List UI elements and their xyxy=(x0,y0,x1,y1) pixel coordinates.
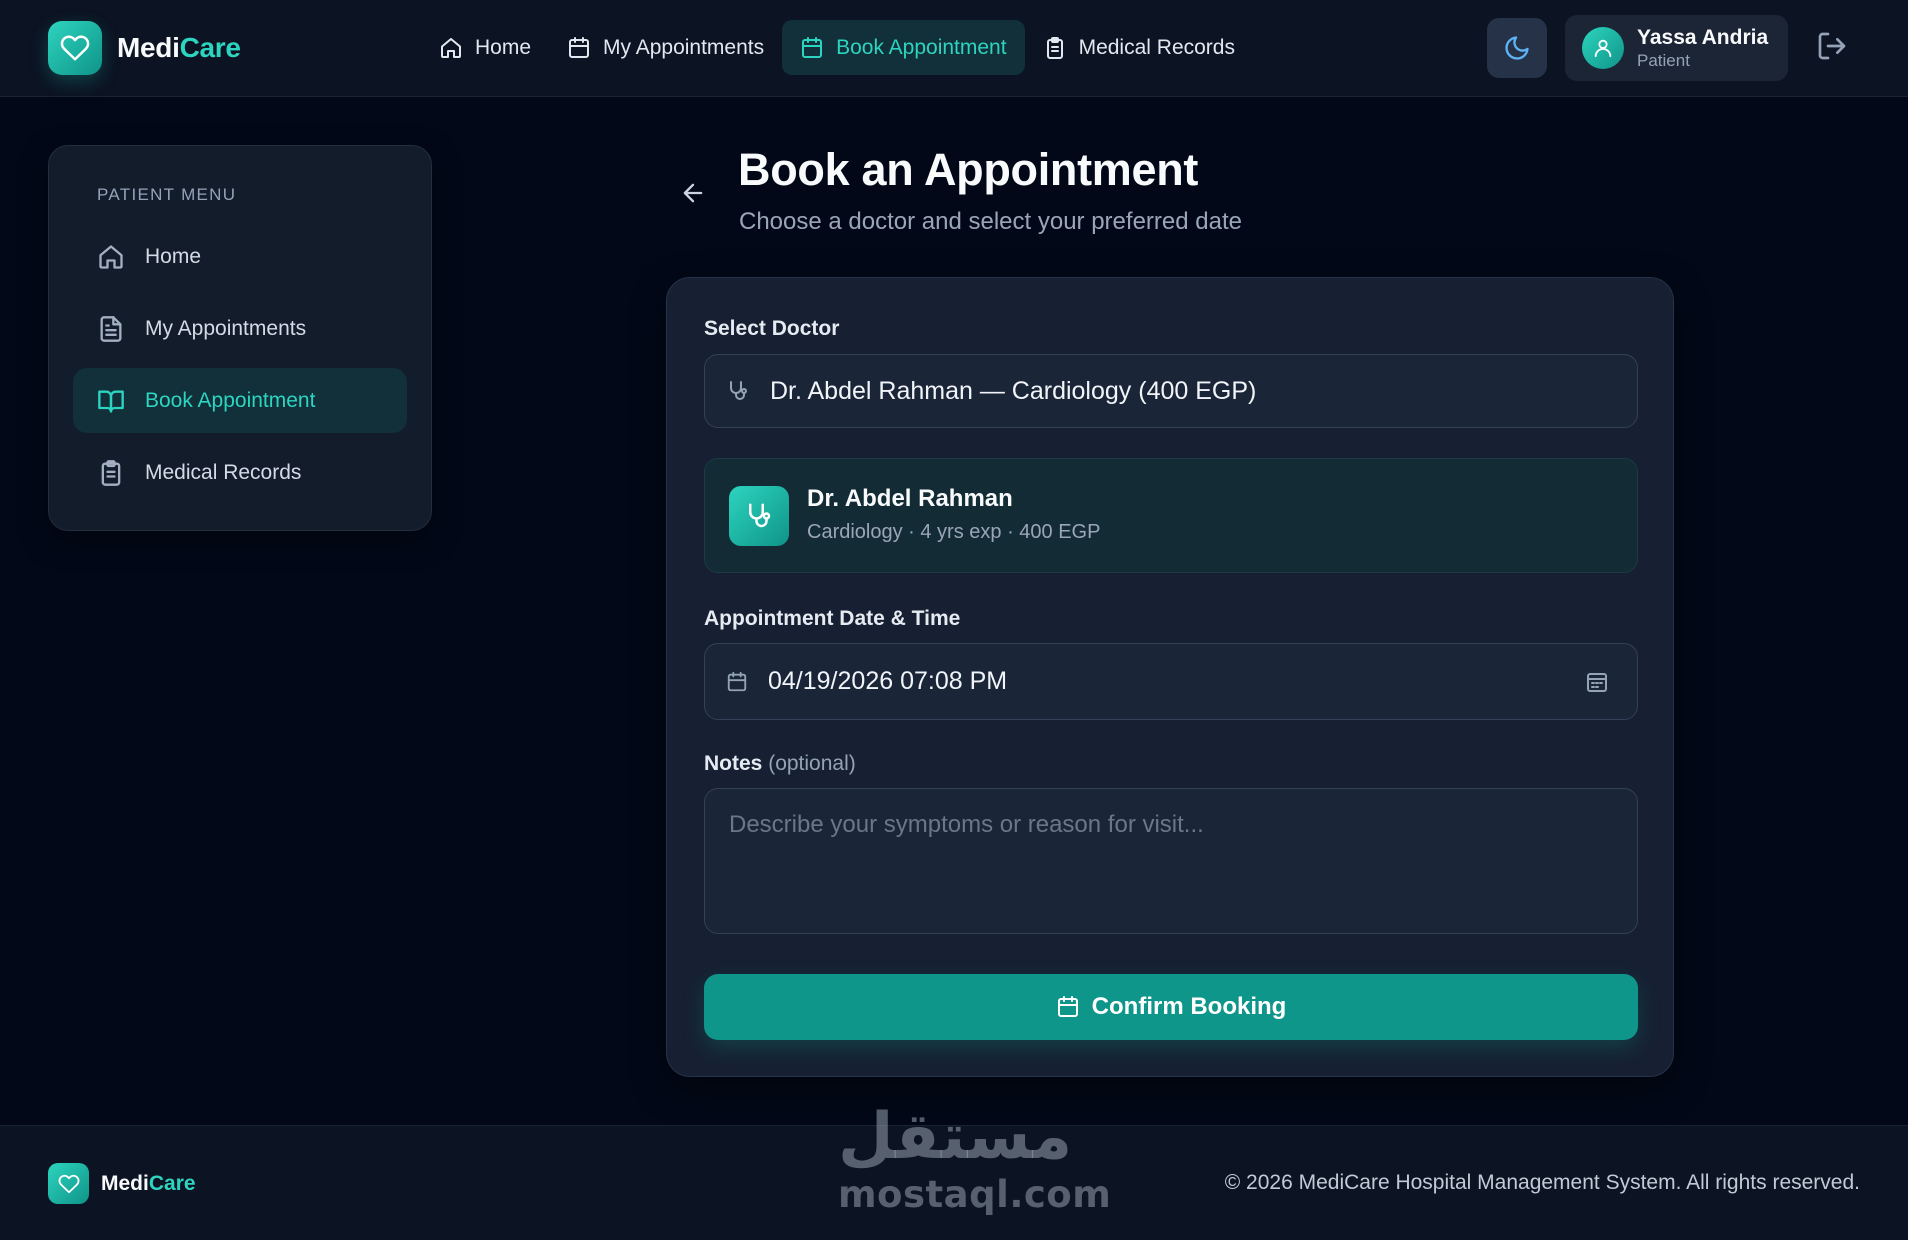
calendar-icon xyxy=(802,36,823,58)
user-info: Yassa Andria Patient xyxy=(1637,26,1768,71)
datetime-input[interactable]: 04/19/2026 07:08 PM xyxy=(704,643,1638,720)
doctor-select-value: Dr. Abdel Rahman — Cardiology (400 EGP) xyxy=(770,376,1257,405)
sidebar-title: PATIENT MENU xyxy=(97,185,237,204)
selected-doctor-card: Dr. Abdel Rahman Cardiology · 4 yrs exp … xyxy=(704,458,1638,573)
notes-textarea[interactable] xyxy=(704,788,1638,934)
user-profile[interactable]: Yassa Andria Patient xyxy=(1565,15,1788,81)
clipboard-icon xyxy=(101,459,121,486)
page-subtitle: Choose a doctor and select your preferre… xyxy=(739,208,1242,235)
nav-book-appointment[interactable]: Book Appointment xyxy=(782,20,1025,75)
calendar-icon xyxy=(1057,996,1078,1017)
brand-name: MediCare xyxy=(117,32,241,63)
home-icon xyxy=(99,244,123,269)
confirm-booking-button[interactable]: Confirm Booking xyxy=(704,974,1638,1040)
sidebar-item-medical-records[interactable]: Medical Records xyxy=(73,440,407,505)
back-button[interactable] xyxy=(679,179,707,207)
sidebar-item-my-appointments[interactable]: My Appointments xyxy=(73,296,407,361)
watermark-latin: mostaql.com xyxy=(838,1173,1112,1216)
stethoscope-icon xyxy=(730,381,747,400)
watermark-arabic: مستقل xyxy=(838,1100,1073,1174)
sidebar-item-label: My Appointments xyxy=(145,316,307,340)
stethoscope-icon xyxy=(729,486,789,546)
doctor-label: Select Doctor xyxy=(704,317,840,340)
theme-toggle-button[interactable] xyxy=(1487,18,1547,78)
doctor-details: Cardiology · 4 yrs exp · 400 EGP xyxy=(807,521,1101,543)
doctor-select[interactable]: Dr. Abdel Rahman — Cardiology (400 EGP) xyxy=(704,354,1638,428)
booking-form-card: Select Doctor Dr. Abdel Rahman — Cardiol… xyxy=(666,277,1674,1077)
calendar-icon xyxy=(569,36,590,58)
calendar-icon xyxy=(727,671,747,691)
book-open-icon xyxy=(98,390,124,413)
logout-icon xyxy=(1818,32,1846,60)
nav-my-appointments-label: My Appointments xyxy=(603,35,765,59)
patient-sidebar: PATIENT MENU Home My Appointments Book A… xyxy=(48,145,432,531)
sidebar-item-label: Home xyxy=(145,244,202,268)
top-header: MediCare Home My Appointments Book Appoi… xyxy=(0,0,1908,97)
datetime-label: Appointment Date & Time xyxy=(704,607,961,630)
logout-button[interactable] xyxy=(1816,30,1848,62)
clipboard-icon xyxy=(1046,36,1063,59)
footer-brand-name: MediCare xyxy=(101,1171,196,1195)
heart-icon xyxy=(48,21,102,75)
heart-icon xyxy=(48,1163,89,1204)
notes-label: Notes (optional) xyxy=(704,752,856,775)
copyright-text: © 2026 MediCare Hospital Management Syst… xyxy=(1224,1171,1860,1194)
doctor-name: Dr. Abdel Rahman xyxy=(807,485,1013,512)
datetime-value: 04/19/2026 07:08 PM xyxy=(768,667,1008,695)
calendar-picker-icon[interactable] xyxy=(1585,670,1609,694)
main-nav: Home My Appointments Book Appointment Me… xyxy=(421,20,1253,75)
user-icon xyxy=(1582,27,1624,69)
nav-home[interactable]: Home xyxy=(421,20,549,75)
user-name: Yassa Andria xyxy=(1637,25,1769,49)
nav-medical-records[interactable]: Medical Records xyxy=(1025,20,1253,75)
arrow-left-icon xyxy=(683,183,703,203)
nav-home-label: Home xyxy=(475,35,532,59)
sidebar-item-label: Medical Records xyxy=(145,460,302,484)
home-icon xyxy=(441,37,461,58)
nav-book-appointment-label: Book Appointment xyxy=(836,35,1007,59)
nav-medical-records-label: Medical Records xyxy=(1078,35,1235,59)
moon-icon xyxy=(1505,36,1529,60)
user-role: Patient xyxy=(1637,50,1690,70)
confirm-booking-label: Confirm Booking xyxy=(1091,993,1287,1020)
nav-my-appointments[interactable]: My Appointments xyxy=(549,20,782,75)
sidebar-item-label: Book Appointment xyxy=(145,388,316,412)
page-title: Book an Appointment xyxy=(738,144,1199,195)
sidebar-item-home[interactable]: Home xyxy=(73,224,407,289)
sidebar-item-book-appointment[interactable]: Book Appointment xyxy=(73,368,407,433)
footer-logo[interactable]: MediCare xyxy=(48,1163,196,1204)
brand-logo[interactable]: MediCare xyxy=(48,21,241,75)
file-text-icon xyxy=(100,315,122,342)
watermark: مستقل mostaql.com xyxy=(838,1100,1112,1216)
